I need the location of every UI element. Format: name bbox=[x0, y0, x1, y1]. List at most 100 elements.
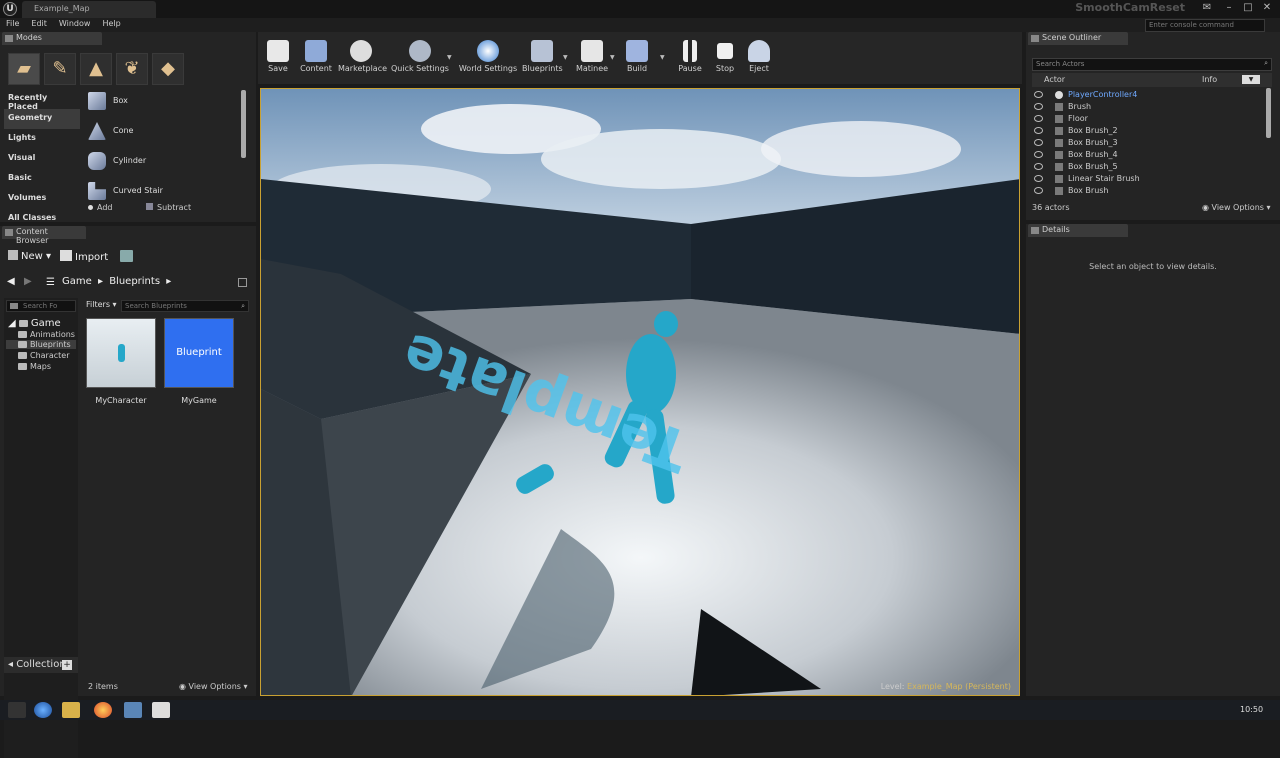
tree-item-blueprints[interactable]: Blueprints bbox=[6, 340, 76, 349]
new-button[interactable]: New ▾ bbox=[8, 250, 51, 262]
world-settings-button[interactable]: World Settings bbox=[458, 36, 518, 82]
search-actors-input[interactable]: Search Actors ⌕ bbox=[1032, 58, 1272, 71]
menu-window[interactable]: Window bbox=[53, 18, 97, 29]
unreal-editor-icon[interactable] bbox=[152, 702, 170, 718]
close-button[interactable]: ✕ bbox=[1260, 2, 1274, 14]
column-actor[interactable]: Actor bbox=[1044, 75, 1065, 84]
visibility-eye-icon[interactable] bbox=[1034, 175, 1043, 182]
tree-item-animations[interactable]: Animations bbox=[18, 330, 75, 339]
visibility-eye-icon[interactable] bbox=[1034, 187, 1043, 194]
foliage-mode-icon[interactable]: ❦ bbox=[116, 53, 148, 85]
file-explorer-icon[interactable] bbox=[62, 702, 80, 718]
start-icon[interactable] bbox=[34, 702, 52, 718]
content-view-options[interactable]: ◉ View Options ▾ bbox=[179, 682, 248, 691]
geometry-curved-stair[interactable]: Curved Stair bbox=[86, 178, 241, 200]
show-desktop-icon[interactable] bbox=[8, 702, 26, 718]
menu-help[interactable]: Help bbox=[96, 18, 126, 29]
outliner-row-box-brush-4[interactable]: Box Brush_4 bbox=[1032, 149, 1267, 161]
geometry-edit-mode-icon[interactable]: ◆ bbox=[152, 53, 184, 85]
category-recently-placed[interactable]: Recently Placed bbox=[4, 89, 80, 111]
category-volumes[interactable]: Volumes bbox=[4, 189, 80, 209]
category-basic[interactable]: Basic bbox=[4, 169, 80, 189]
filters-button[interactable]: Filters ▾ bbox=[86, 300, 117, 309]
outliner-row-playercontroller4[interactable]: PlayerController4 bbox=[1032, 89, 1267, 101]
category-all-classes[interactable]: All Classes bbox=[4, 209, 80, 221]
geometry-cylinder[interactable]: Cylinder bbox=[86, 148, 241, 176]
collections-header[interactable]: ◂ Collection + bbox=[4, 657, 78, 673]
blueprints-button[interactable]: Blueprints bbox=[522, 36, 563, 82]
app-window-icon[interactable] bbox=[124, 702, 142, 718]
search-folders-input[interactable]: Search Fo bbox=[6, 300, 76, 312]
feedback-icon[interactable]: ✉ bbox=[1200, 2, 1214, 14]
matinee-dropdown-icon[interactable]: ▼ bbox=[610, 54, 615, 61]
visibility-eye-icon[interactable] bbox=[1034, 163, 1043, 170]
maximize-button[interactable]: □ bbox=[1241, 2, 1255, 14]
quick-settings-dropdown-icon[interactable]: ▼ bbox=[447, 54, 452, 61]
visibility-eye-icon[interactable] bbox=[1034, 127, 1043, 134]
visibility-eye-icon[interactable] bbox=[1034, 151, 1043, 158]
geometry-cone[interactable]: Cone bbox=[86, 118, 241, 146]
asset-thumb-mycharacter[interactable] bbox=[86, 318, 156, 388]
modes-tab[interactable]: Modes bbox=[2, 32, 102, 45]
add-collection-icon[interactable]: + bbox=[62, 660, 72, 670]
level-viewport[interactable]: Template Level: Example_Map (Persistent) bbox=[260, 88, 1020, 696]
breadcrumb-blueprints[interactable]: Blueprints bbox=[109, 276, 160, 287]
outliner-row-box-brush-2[interactable]: Box Brush_2 bbox=[1032, 125, 1267, 137]
forward-arrow-icon[interactable]: ▶ bbox=[24, 276, 32, 287]
outliner-row-brush[interactable]: Brush bbox=[1032, 101, 1267, 113]
matinee-button[interactable]: Matinee bbox=[574, 36, 610, 82]
visibility-eye-icon[interactable] bbox=[1034, 103, 1043, 110]
tree-item-maps[interactable]: Maps bbox=[18, 362, 51, 371]
quick-settings-button[interactable]: Quick Settings bbox=[390, 36, 450, 82]
menu-file[interactable]: File bbox=[0, 18, 25, 29]
content-button[interactable]: Content bbox=[298, 36, 334, 82]
breadcrumb-chevron-icon[interactable]: ▸ bbox=[166, 276, 171, 287]
back-arrow-icon[interactable]: ◀ bbox=[7, 276, 15, 287]
asset-name-mygame[interactable]: MyGame bbox=[160, 396, 238, 405]
stop-button[interactable]: Stop bbox=[710, 36, 740, 82]
outliner-row-floor[interactable]: Floor bbox=[1032, 113, 1267, 125]
place-mode-icon[interactable]: ▰ bbox=[8, 53, 40, 85]
column-info[interactable]: Info bbox=[1202, 75, 1217, 84]
landscape-mode-icon[interactable]: ▲ bbox=[80, 53, 112, 85]
build-button[interactable]: Build bbox=[622, 36, 652, 82]
search-blueprints-input[interactable]: Search Blueprints ⌕ bbox=[121, 300, 249, 312]
category-visual[interactable]: Visual bbox=[4, 149, 80, 169]
map-tab[interactable]: Example_Map bbox=[22, 1, 156, 18]
tree-item-character[interactable]: Character bbox=[18, 351, 70, 360]
outliner-row-box-brush-3[interactable]: Box Brush_3 bbox=[1032, 137, 1267, 149]
details-tab[interactable]: Details bbox=[1028, 224, 1128, 237]
outliner-view-options[interactable]: ◉ View Options ▾ bbox=[1202, 203, 1271, 212]
build-dropdown-icon[interactable]: ▼ bbox=[660, 54, 665, 61]
subtract-radio[interactable]: Subtract bbox=[146, 203, 191, 212]
minimize-button[interactable]: – bbox=[1222, 2, 1236, 14]
category-lights[interactable]: Lights bbox=[4, 129, 80, 149]
marketplace-button[interactable]: Marketplace bbox=[338, 36, 387, 82]
scene-outliner-tab[interactable]: Scene Outliner bbox=[1028, 32, 1128, 45]
import-button[interactable]: Import bbox=[60, 250, 108, 263]
paint-mode-icon[interactable]: ✎ bbox=[44, 53, 76, 85]
pause-button[interactable]: Pause bbox=[674, 36, 706, 82]
lock-icon[interactable] bbox=[238, 278, 247, 287]
console-input[interactable]: Enter console command bbox=[1145, 19, 1265, 32]
visibility-eye-icon[interactable] bbox=[1034, 115, 1043, 122]
menu-edit[interactable]: Edit bbox=[25, 18, 53, 29]
outliner-row-linear-stair-brush[interactable]: Linear Stair Brush bbox=[1032, 173, 1267, 185]
modes-scrollbar[interactable] bbox=[241, 90, 246, 158]
folder-list-icon[interactable]: ☰ bbox=[46, 277, 55, 288]
blueprints-dropdown-icon[interactable]: ▼ bbox=[563, 54, 568, 61]
content-browser-tab[interactable]: Content Browser bbox=[2, 226, 86, 245]
outliner-row-box-brush[interactable]: Box Brush bbox=[1032, 185, 1267, 195]
info-dropdown-icon[interactable]: ▼ bbox=[1242, 75, 1260, 84]
outliner-row-box-brush-5[interactable]: Box Brush_5 bbox=[1032, 161, 1267, 173]
save-button[interactable]: Save bbox=[262, 36, 294, 82]
visibility-eye-icon[interactable] bbox=[1034, 91, 1043, 98]
category-geometry[interactable]: Geometry bbox=[4, 109, 80, 129]
geometry-box[interactable]: Box bbox=[86, 88, 241, 116]
asset-thumb-mygame[interactable]: Blueprint bbox=[164, 318, 234, 388]
asset-name-mycharacter[interactable]: MyCharacter bbox=[82, 396, 160, 405]
visibility-eye-icon[interactable] bbox=[1034, 139, 1043, 146]
eject-button[interactable]: Eject bbox=[744, 36, 774, 82]
tree-root-game[interactable]: ◢ Game bbox=[8, 318, 61, 329]
unreal-logo-icon[interactable]: U bbox=[3, 2, 17, 16]
